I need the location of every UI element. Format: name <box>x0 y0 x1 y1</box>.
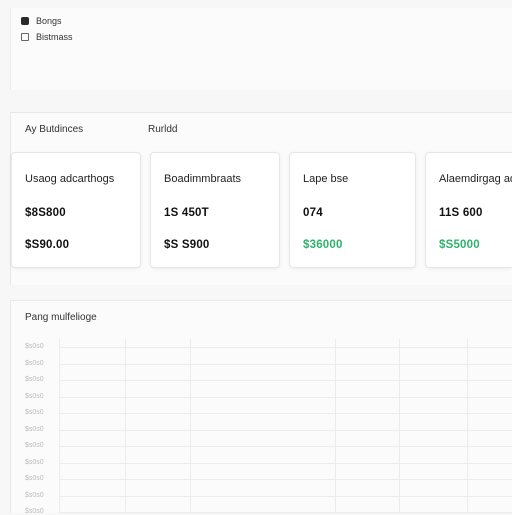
y-axis-label: $s0s0 <box>25 425 44 433</box>
grid-line <box>59 339 60 513</box>
grid-line <box>467 339 468 513</box>
grid-line <box>59 413 512 414</box>
y-axis-label: $s0s0 <box>25 359 44 367</box>
nav-item-label: Bongs <box>36 16 62 26</box>
metric-card-value: $8S800 <box>25 207 66 219</box>
metrics-section: Ay Butdinces Rurldd Usaog adcarthogs $8S… <box>10 112 512 285</box>
grid-line <box>59 462 512 464</box>
metric-card-4[interactable]: Alaemdirgag ad 11S 600 $S5000 <box>425 152 512 268</box>
y-axis-label: $s0s0 <box>25 392 44 400</box>
y-axis-label: $s0s0 <box>25 491 44 499</box>
metric-card-1[interactable]: Usaog adcarthogs $8S800 $S90.00 <box>11 152 141 268</box>
y-axis-label: $s0s0 <box>25 458 44 466</box>
metric-card-label: Lape bse <box>303 173 349 185</box>
metric-card-2[interactable]: Boadimmbraats 1S 450T $S S900 <box>150 152 280 268</box>
metric-card-label: Boadimmbraats <box>164 173 242 185</box>
metric-card-value: 1S 450T <box>164 207 209 219</box>
grid-line <box>59 512 512 513</box>
chart-panel: Pang mulfelioge $s0s0 $s0s0 $s0s0 $s0s0 $s0s… <box>10 300 512 515</box>
nav-item-label: Bistmass <box>36 32 73 42</box>
grid-line <box>335 339 336 513</box>
grid-line <box>59 429 512 431</box>
metric-card-value: 074 <box>303 207 323 219</box>
metric-card-subvalue: $S S900 <box>164 239 210 251</box>
nav-item-2[interactable]: Bistmass <box>21 32 73 42</box>
top-panel: Bongs Bistmass <box>10 8 512 90</box>
square-outline-icon <box>21 33 29 41</box>
grid-line <box>59 479 512 480</box>
square-filled-icon <box>21 17 29 25</box>
tab-2[interactable]: Rurldd <box>148 124 177 135</box>
metric-card-3[interactable]: Lape bse 074 $36000 <box>289 152 416 268</box>
grid-line <box>59 380 512 381</box>
nav-item-1[interactable]: Bongs <box>21 16 62 26</box>
y-axis-label: $s0s0 <box>25 442 44 449</box>
y-axis-label: $s0s0 <box>25 409 44 416</box>
y-axis-label: $s0s0 <box>25 376 44 383</box>
grid-line <box>190 339 191 513</box>
tab-1[interactable]: Ay Butdinces <box>25 124 83 135</box>
metric-card-subvalue: $S5000 <box>439 239 480 251</box>
grid-line <box>59 396 512 398</box>
grid-line <box>59 347 512 348</box>
y-axis-label: $s0s0 <box>25 475 44 482</box>
metric-card-value: 11S 600 <box>439 207 483 219</box>
grid-line <box>59 446 512 447</box>
metric-card-subvalue: $36000 <box>303 239 343 251</box>
metric-card-label: Alaemdirgag ad <box>439 173 512 185</box>
metric-card-label: Usaog adcarthogs <box>25 173 115 185</box>
chart-title: Pang mulfelioge <box>25 312 97 323</box>
grid-line <box>59 495 512 497</box>
metric-card-subvalue: $S90.00 <box>25 239 70 251</box>
grid-line <box>59 363 512 365</box>
y-axis-label: $s0s0 <box>25 343 44 350</box>
grid-line <box>125 339 126 513</box>
grid-line <box>399 339 400 513</box>
